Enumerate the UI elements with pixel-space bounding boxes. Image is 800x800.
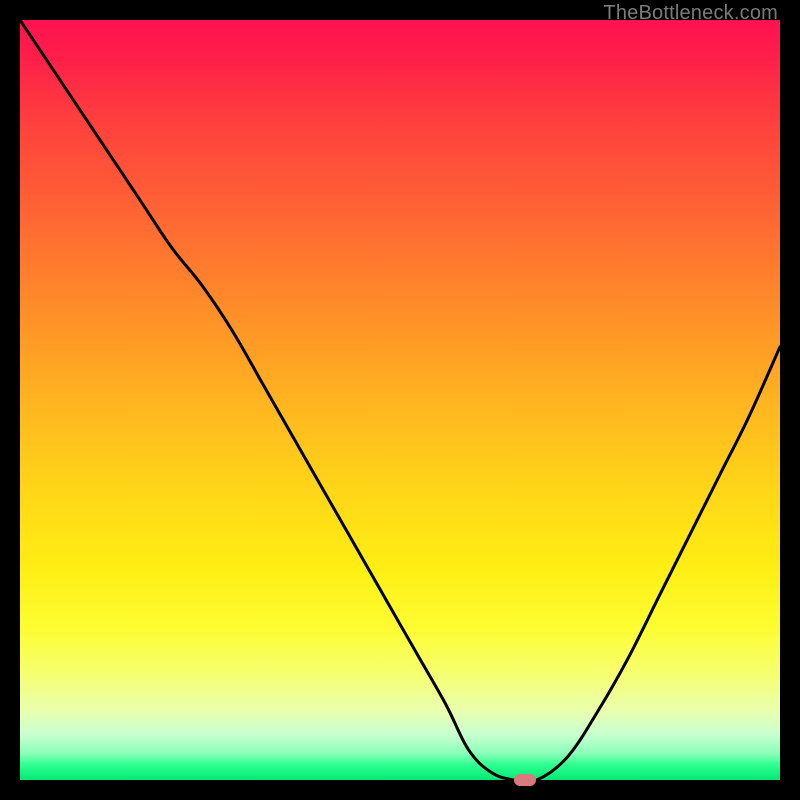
bottleneck-curve [20,20,780,780]
chart-frame: TheBottleneck.com [0,0,800,800]
plot-area [20,20,780,780]
optimal-point-marker [514,774,536,786]
watermark-label: TheBottleneck.com [603,2,778,25]
